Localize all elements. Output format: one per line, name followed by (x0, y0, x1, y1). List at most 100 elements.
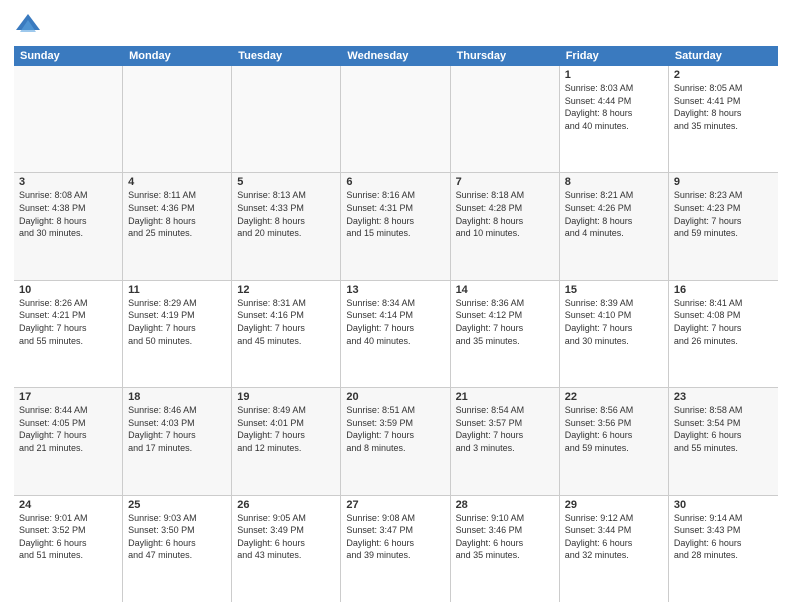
day-number: 28 (456, 499, 554, 511)
day-number: 2 (674, 69, 773, 81)
day-number: 10 (19, 284, 117, 296)
weekday-header: Friday (560, 46, 669, 66)
calendar-header: SundayMondayTuesdayWednesdayThursdayFrid… (14, 46, 778, 66)
calendar-cell: 17Sunrise: 8:44 AM Sunset: 4:05 PM Dayli… (14, 388, 123, 494)
day-number: 6 (346, 176, 444, 188)
calendar-row: 10Sunrise: 8:26 AM Sunset: 4:21 PM Dayli… (14, 281, 778, 388)
calendar-cell: 11Sunrise: 8:29 AM Sunset: 4:19 PM Dayli… (123, 281, 232, 387)
calendar-cell: 28Sunrise: 9:10 AM Sunset: 3:46 PM Dayli… (451, 496, 560, 602)
day-info: Sunrise: 8:29 AM Sunset: 4:19 PM Dayligh… (128, 297, 226, 347)
calendar-cell (14, 66, 123, 172)
calendar-cell (451, 66, 560, 172)
day-number: 15 (565, 284, 663, 296)
calendar-cell: 3Sunrise: 8:08 AM Sunset: 4:38 PM Daylig… (14, 173, 123, 279)
day-info: Sunrise: 8:21 AM Sunset: 4:26 PM Dayligh… (565, 189, 663, 239)
header (14, 10, 778, 38)
day-number: 8 (565, 176, 663, 188)
day-info: Sunrise: 8:44 AM Sunset: 4:05 PM Dayligh… (19, 404, 117, 454)
day-number: 23 (674, 391, 773, 403)
calendar-cell: 5Sunrise: 8:13 AM Sunset: 4:33 PM Daylig… (232, 173, 341, 279)
day-number: 5 (237, 176, 335, 188)
calendar-cell: 16Sunrise: 8:41 AM Sunset: 4:08 PM Dayli… (669, 281, 778, 387)
calendar-cell: 21Sunrise: 8:54 AM Sunset: 3:57 PM Dayli… (451, 388, 560, 494)
weekday-header: Monday (123, 46, 232, 66)
day-info: Sunrise: 8:56 AM Sunset: 3:56 PM Dayligh… (565, 404, 663, 454)
day-info: Sunrise: 8:23 AM Sunset: 4:23 PM Dayligh… (674, 189, 773, 239)
day-info: Sunrise: 9:05 AM Sunset: 3:49 PM Dayligh… (237, 512, 335, 562)
day-info: Sunrise: 9:14 AM Sunset: 3:43 PM Dayligh… (674, 512, 773, 562)
calendar-cell: 1Sunrise: 8:03 AM Sunset: 4:44 PM Daylig… (560, 66, 669, 172)
calendar-cell: 23Sunrise: 8:58 AM Sunset: 3:54 PM Dayli… (669, 388, 778, 494)
day-info: Sunrise: 9:12 AM Sunset: 3:44 PM Dayligh… (565, 512, 663, 562)
calendar-cell: 13Sunrise: 8:34 AM Sunset: 4:14 PM Dayli… (341, 281, 450, 387)
calendar-cell: 15Sunrise: 8:39 AM Sunset: 4:10 PM Dayli… (560, 281, 669, 387)
day-number: 18 (128, 391, 226, 403)
weekday-header: Saturday (669, 46, 778, 66)
day-info: Sunrise: 8:31 AM Sunset: 4:16 PM Dayligh… (237, 297, 335, 347)
calendar-cell: 6Sunrise: 8:16 AM Sunset: 4:31 PM Daylig… (341, 173, 450, 279)
day-number: 19 (237, 391, 335, 403)
calendar-cell (123, 66, 232, 172)
day-info: Sunrise: 8:16 AM Sunset: 4:31 PM Dayligh… (346, 189, 444, 239)
calendar-cell: 9Sunrise: 8:23 AM Sunset: 4:23 PM Daylig… (669, 173, 778, 279)
weekday-header: Sunday (14, 46, 123, 66)
day-number: 20 (346, 391, 444, 403)
calendar-cell: 20Sunrise: 8:51 AM Sunset: 3:59 PM Dayli… (341, 388, 450, 494)
day-info: Sunrise: 8:54 AM Sunset: 3:57 PM Dayligh… (456, 404, 554, 454)
calendar-row: 24Sunrise: 9:01 AM Sunset: 3:52 PM Dayli… (14, 496, 778, 602)
day-number: 14 (456, 284, 554, 296)
day-number: 7 (456, 176, 554, 188)
calendar-body: 1Sunrise: 8:03 AM Sunset: 4:44 PM Daylig… (14, 66, 778, 602)
day-number: 1 (565, 69, 663, 81)
day-number: 26 (237, 499, 335, 511)
calendar-cell: 14Sunrise: 8:36 AM Sunset: 4:12 PM Dayli… (451, 281, 560, 387)
day-number: 9 (674, 176, 773, 188)
calendar-row: 17Sunrise: 8:44 AM Sunset: 4:05 PM Dayli… (14, 388, 778, 495)
day-info: Sunrise: 8:13 AM Sunset: 4:33 PM Dayligh… (237, 189, 335, 239)
day-info: Sunrise: 9:03 AM Sunset: 3:50 PM Dayligh… (128, 512, 226, 562)
calendar-cell: 12Sunrise: 8:31 AM Sunset: 4:16 PM Dayli… (232, 281, 341, 387)
calendar-cell: 4Sunrise: 8:11 AM Sunset: 4:36 PM Daylig… (123, 173, 232, 279)
day-info: Sunrise: 9:01 AM Sunset: 3:52 PM Dayligh… (19, 512, 117, 562)
day-number: 22 (565, 391, 663, 403)
calendar-cell: 22Sunrise: 8:56 AM Sunset: 3:56 PM Dayli… (560, 388, 669, 494)
day-info: Sunrise: 8:18 AM Sunset: 4:28 PM Dayligh… (456, 189, 554, 239)
calendar-cell: 19Sunrise: 8:49 AM Sunset: 4:01 PM Dayli… (232, 388, 341, 494)
weekday-header: Thursday (451, 46, 560, 66)
calendar-cell: 25Sunrise: 9:03 AM Sunset: 3:50 PM Dayli… (123, 496, 232, 602)
calendar-cell (232, 66, 341, 172)
day-info: Sunrise: 8:39 AM Sunset: 4:10 PM Dayligh… (565, 297, 663, 347)
calendar-cell: 27Sunrise: 9:08 AM Sunset: 3:47 PM Dayli… (341, 496, 450, 602)
day-number: 21 (456, 391, 554, 403)
calendar-cell: 2Sunrise: 8:05 AM Sunset: 4:41 PM Daylig… (669, 66, 778, 172)
day-info: Sunrise: 8:26 AM Sunset: 4:21 PM Dayligh… (19, 297, 117, 347)
day-number: 16 (674, 284, 773, 296)
day-number: 24 (19, 499, 117, 511)
calendar-cell: 7Sunrise: 8:18 AM Sunset: 4:28 PM Daylig… (451, 173, 560, 279)
calendar-row: 3Sunrise: 8:08 AM Sunset: 4:38 PM Daylig… (14, 173, 778, 280)
day-info: Sunrise: 8:34 AM Sunset: 4:14 PM Dayligh… (346, 297, 444, 347)
calendar-cell (341, 66, 450, 172)
logo (14, 10, 46, 38)
day-info: Sunrise: 8:05 AM Sunset: 4:41 PM Dayligh… (674, 82, 773, 132)
day-info: Sunrise: 8:46 AM Sunset: 4:03 PM Dayligh… (128, 404, 226, 454)
weekday-header: Tuesday (232, 46, 341, 66)
day-info: Sunrise: 8:41 AM Sunset: 4:08 PM Dayligh… (674, 297, 773, 347)
day-info: Sunrise: 8:58 AM Sunset: 3:54 PM Dayligh… (674, 404, 773, 454)
calendar-cell: 10Sunrise: 8:26 AM Sunset: 4:21 PM Dayli… (14, 281, 123, 387)
day-info: Sunrise: 8:08 AM Sunset: 4:38 PM Dayligh… (19, 189, 117, 239)
calendar-row: 1Sunrise: 8:03 AM Sunset: 4:44 PM Daylig… (14, 66, 778, 173)
day-info: Sunrise: 8:11 AM Sunset: 4:36 PM Dayligh… (128, 189, 226, 239)
day-info: Sunrise: 9:08 AM Sunset: 3:47 PM Dayligh… (346, 512, 444, 562)
day-info: Sunrise: 8:49 AM Sunset: 4:01 PM Dayligh… (237, 404, 335, 454)
day-number: 30 (674, 499, 773, 511)
calendar-cell: 8Sunrise: 8:21 AM Sunset: 4:26 PM Daylig… (560, 173, 669, 279)
day-info: Sunrise: 9:10 AM Sunset: 3:46 PM Dayligh… (456, 512, 554, 562)
day-info: Sunrise: 8:51 AM Sunset: 3:59 PM Dayligh… (346, 404, 444, 454)
day-number: 11 (128, 284, 226, 296)
day-number: 27 (346, 499, 444, 511)
day-number: 29 (565, 499, 663, 511)
day-number: 3 (19, 176, 117, 188)
calendar-cell: 26Sunrise: 9:05 AM Sunset: 3:49 PM Dayli… (232, 496, 341, 602)
day-info: Sunrise: 8:03 AM Sunset: 4:44 PM Dayligh… (565, 82, 663, 132)
